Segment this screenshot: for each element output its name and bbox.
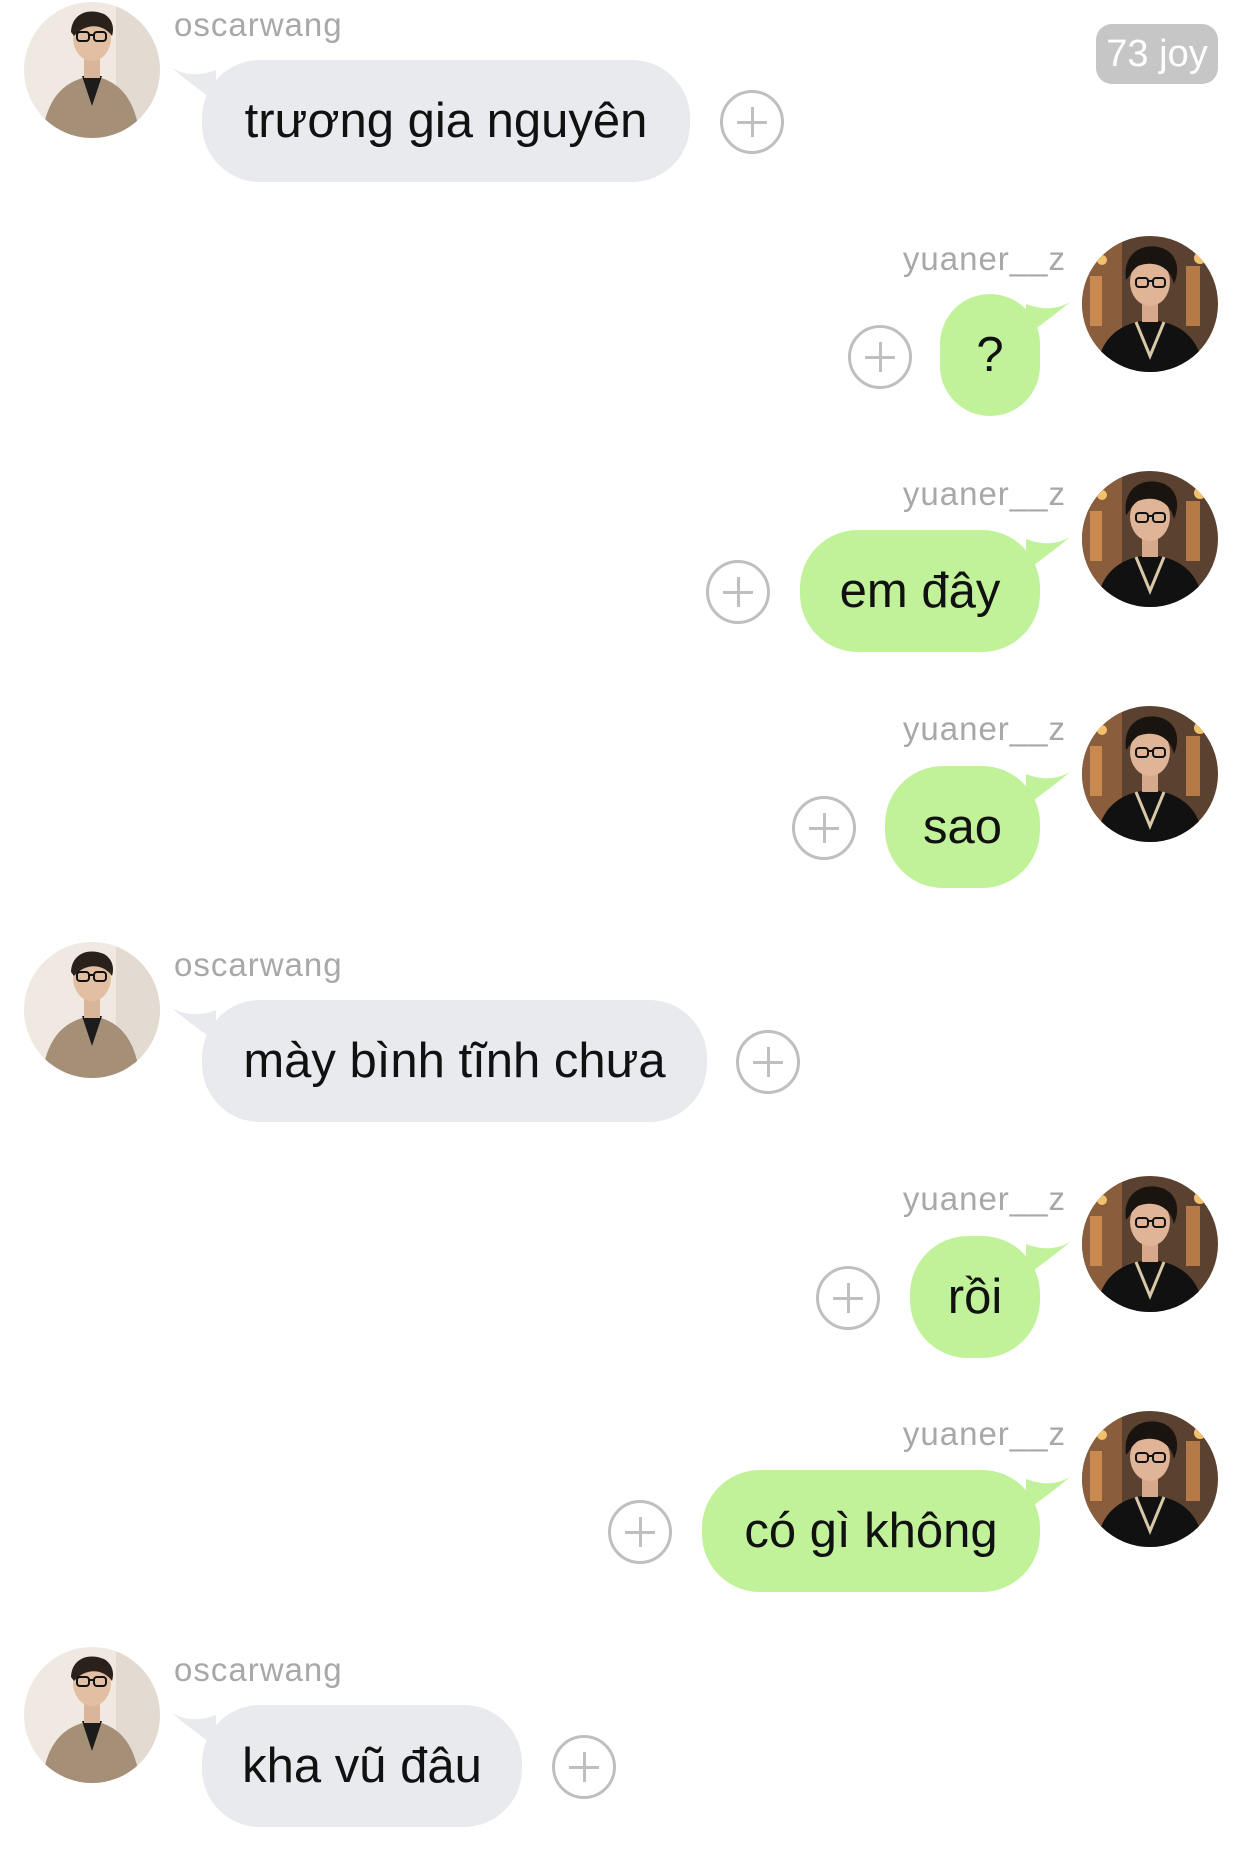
plus-circle-icon[interactable] xyxy=(720,90,784,154)
avatar[interactable] xyxy=(1082,471,1218,607)
member-count-badge: 73 joy xyxy=(1096,24,1218,84)
avatar[interactable] xyxy=(24,1647,160,1783)
message-bubble[interactable]: rồi xyxy=(910,1236,1040,1358)
avatar[interactable] xyxy=(1082,1411,1218,1547)
sender-name: yuaner__z xyxy=(902,1180,1066,1217)
sender-name: yuaner__z xyxy=(902,1415,1066,1452)
avatar[interactable] xyxy=(1082,706,1218,842)
avatar[interactable] xyxy=(1082,1176,1218,1312)
plus-circle-icon[interactable] xyxy=(792,796,856,860)
avatar[interactable] xyxy=(24,942,160,1078)
sender-name: oscarwang xyxy=(174,946,343,983)
message-bubble[interactable]: trương gia nguyên xyxy=(202,60,690,182)
sender-name: yuaner__z xyxy=(902,240,1066,277)
sender-name: yuaner__z xyxy=(902,710,1066,747)
plus-circle-icon[interactable] xyxy=(608,1500,672,1564)
plus-circle-icon[interactable] xyxy=(736,1030,800,1094)
plus-circle-icon[interactable] xyxy=(552,1735,616,1799)
message-bubble[interactable]: sao xyxy=(885,766,1040,888)
avatar[interactable] xyxy=(1082,236,1218,372)
message-bubble[interactable]: kha vũ đâu xyxy=(202,1705,522,1827)
message-bubble[interactable]: có gì không xyxy=(702,1470,1040,1592)
avatar[interactable] xyxy=(24,2,160,138)
sender-name: oscarwang xyxy=(174,1651,343,1688)
plus-circle-icon[interactable] xyxy=(848,325,912,389)
message-bubble[interactable]: em đây xyxy=(800,530,1040,652)
plus-circle-icon[interactable] xyxy=(706,560,770,624)
plus-circle-icon[interactable] xyxy=(816,1266,880,1330)
sender-name: oscarwang xyxy=(174,6,343,43)
message-bubble[interactable]: ? xyxy=(940,294,1040,416)
sender-name: yuaner__z xyxy=(902,475,1066,512)
message-bubble[interactable]: mày bình tĩnh chưa xyxy=(202,1000,707,1122)
